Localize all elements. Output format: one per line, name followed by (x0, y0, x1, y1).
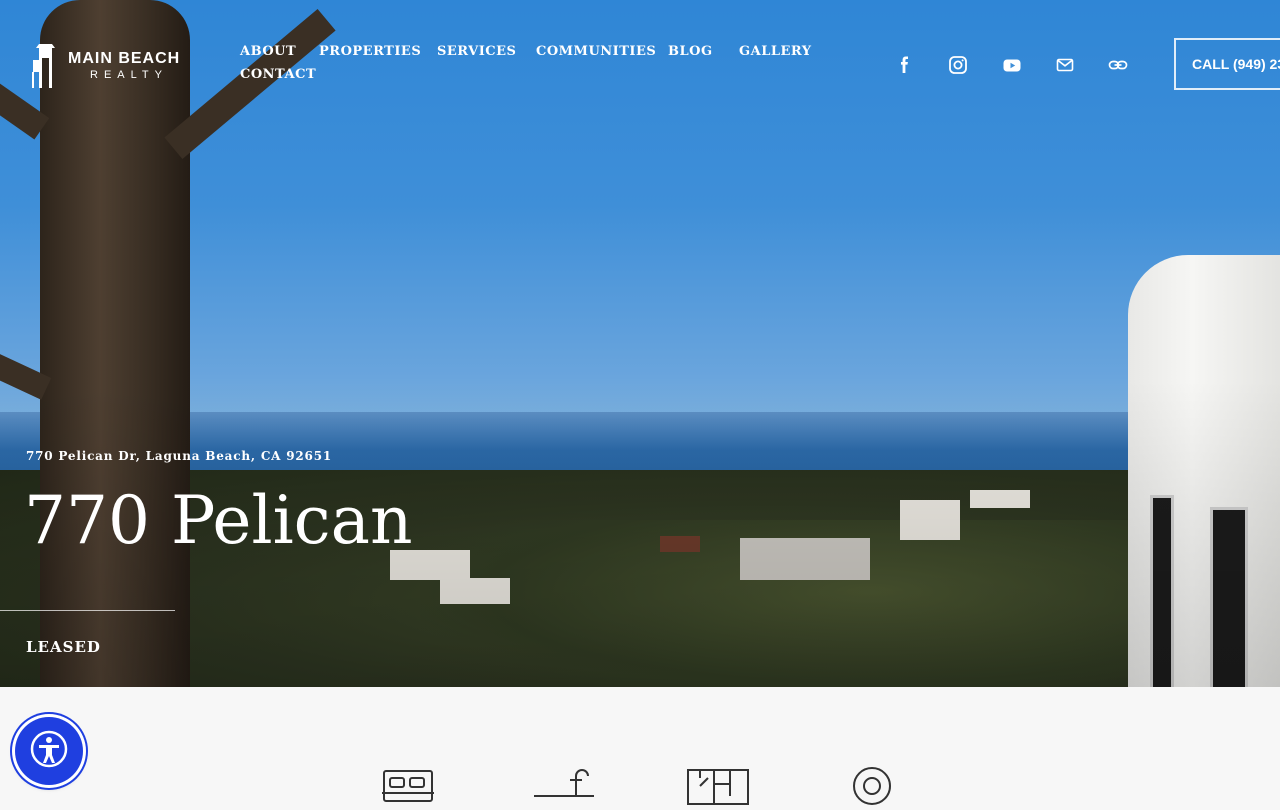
brand-name: MAIN BEACH (68, 50, 181, 67)
status-label: LEASED (26, 638, 101, 656)
property-title: 770 Pelican (24, 482, 413, 559)
nav-services[interactable]: SERVICES (437, 44, 516, 59)
accessibility-icon (29, 729, 69, 773)
instagram-icon[interactable] (947, 54, 969, 76)
bath-icon (532, 766, 596, 806)
accessibility-button[interactable] (15, 717, 83, 785)
nav-about[interactable]: ABOUT (240, 44, 296, 59)
location-icon (850, 766, 914, 806)
nav-contact[interactable]: CONTACT (240, 67, 316, 82)
property-address: 770 Pelican Dr, Laguna Beach, CA 92651 (26, 449, 333, 463)
youtube-icon[interactable] (1001, 54, 1023, 76)
bed-icon (380, 766, 444, 806)
lifeguard-tower-icon (30, 44, 60, 88)
brand-logo[interactable]: MAIN BEACH REALTY (30, 44, 180, 88)
divider (0, 610, 175, 611)
nav-properties[interactable]: PROPERTIES (319, 44, 421, 59)
nav-blog[interactable]: BLOG (668, 44, 713, 59)
floorplan-icon (686, 766, 750, 806)
mail-icon[interactable] (1054, 54, 1076, 76)
hero-image (0, 0, 1280, 687)
nav-communities[interactable]: COMMUNITIES (536, 44, 656, 59)
call-button[interactable]: CALL (949) 23 (1174, 38, 1280, 90)
property-features (0, 766, 1280, 805)
brand-subtitle: REALTY (90, 69, 168, 81)
facebook-icon[interactable] (894, 54, 916, 76)
nav-gallery[interactable]: GALLERY (739, 44, 812, 59)
tree-branch (164, 8, 336, 160)
link-icon[interactable] (1107, 54, 1129, 76)
